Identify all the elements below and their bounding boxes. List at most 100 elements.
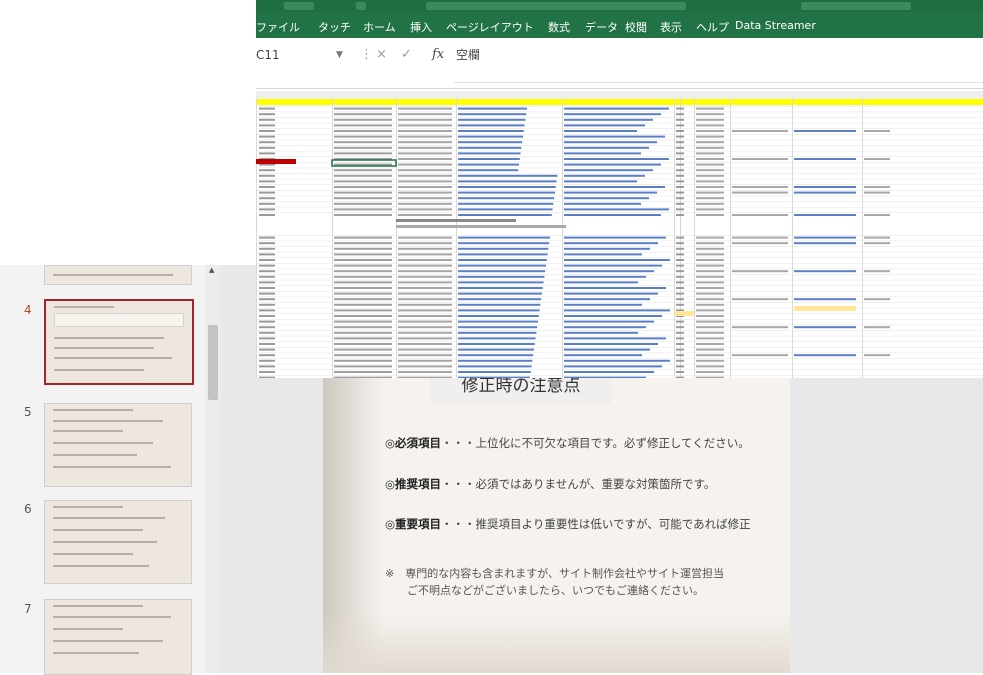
- slide-thumbnail-7[interactable]: [44, 599, 192, 675]
- tab-data[interactable]: データ: [585, 19, 618, 35]
- row-gridline: [256, 285, 983, 286]
- tab-help[interactable]: ヘルプ: [696, 19, 729, 35]
- cell-texture: [564, 343, 658, 345]
- slide-note-line-2[interactable]: ご不明点などがございましたら、いつでもご連絡ください。: [385, 582, 790, 598]
- cell-texture: [676, 320, 684, 323]
- cell-texture: [676, 208, 684, 211]
- cell-texture: [696, 253, 724, 256]
- cell-texture: [398, 331, 452, 334]
- cell-texture: [732, 298, 788, 301]
- tab-insert[interactable]: 挿入: [410, 19, 432, 35]
- cell-texture: [334, 107, 392, 110]
- cell-texture: [259, 371, 275, 373]
- cell-texture: [564, 214, 661, 216]
- slide-item-important[interactable]: ◎重要項目・・・推奨項目より重要性は低いですが、可能であれば修正: [385, 516, 790, 532]
- slide-note-line-1[interactable]: ※ 専門的な内容も含まれますが、サイト制作会社やサイト運営担当: [385, 565, 790, 581]
- cell-texture: [334, 320, 392, 323]
- cell-texture: [398, 242, 452, 245]
- cell-texture: [564, 146, 649, 149]
- cell-texture: [676, 163, 684, 166]
- cell-texture: [564, 169, 653, 172]
- slide-thumbnail-5[interactable]: [44, 403, 192, 487]
- row-gridline: [256, 128, 983, 129]
- cell-texture: [259, 298, 275, 301]
- insert-function-icon[interactable]: fx: [432, 46, 444, 64]
- cell-texture: [696, 169, 724, 172]
- tab-formulas[interactable]: 数式: [548, 19, 570, 35]
- formula-input[interactable]: 空欄: [456, 46, 480, 64]
- tab-page-layout[interactable]: ページレイアウト: [446, 19, 534, 35]
- name-box-dropdown-icon[interactable]: ▼: [336, 46, 343, 64]
- cell-texture: [259, 180, 275, 183]
- cell-texture: [398, 146, 452, 149]
- cell-texture: [564, 191, 657, 194]
- slide-thumbnail-4[interactable]: [44, 299, 194, 385]
- cancel-edit-icon[interactable]: ×: [376, 46, 387, 64]
- tab-data-streamer[interactable]: Data Streamer: [735, 19, 816, 32]
- cell-texture: [696, 186, 724, 188]
- slide-item-recommended[interactable]: ◎推奨項目・・・必須ではありませんが、重要な対策箇所です。: [385, 476, 790, 492]
- cell-texture: [564, 163, 661, 166]
- tab-file[interactable]: ファイル: [256, 19, 300, 35]
- cell-texture: [398, 186, 452, 188]
- row-gridline: [256, 291, 983, 292]
- cell-texture: [259, 202, 275, 205]
- cell-texture: [334, 326, 392, 329]
- worksheet-grid[interactable]: [256, 99, 983, 378]
- thumbnail-scrollbar-thumb[interactable]: [208, 325, 218, 400]
- cell-texture: [398, 118, 452, 121]
- slide-thumbnail-6[interactable]: [44, 500, 192, 584]
- scroll-up-arrow-icon[interactable]: ▲: [209, 267, 217, 274]
- tab-review[interactable]: 校閲: [625, 19, 647, 35]
- row-gridline: [256, 145, 983, 146]
- row-gridline: [256, 302, 983, 303]
- cell-texture: [676, 281, 684, 284]
- tab-touch[interactable]: タッチ: [318, 19, 351, 35]
- cell-texture: [458, 141, 523, 144]
- cell-texture: [676, 259, 684, 261]
- cell-texture: [676, 264, 684, 267]
- row-gridline: [256, 358, 983, 359]
- cell-texture: [696, 141, 724, 144]
- cell-texture: [398, 259, 452, 261]
- cell-texture: [458, 214, 552, 216]
- row-gridline: [256, 167, 983, 169]
- slide-thumbnail-3[interactable]: [44, 265, 192, 285]
- cell-texture: [564, 287, 666, 289]
- cell-texture: [398, 343, 452, 345]
- cell-texture: [259, 259, 275, 261]
- cell-texture: [334, 376, 392, 378]
- cell-texture: [398, 208, 452, 211]
- cell-texture: [794, 158, 856, 160]
- cell-texture: [259, 270, 275, 273]
- cell-texture: [696, 376, 724, 378]
- cell-texture: [458, 264, 546, 267]
- cell-texture: [458, 202, 554, 205]
- cell-texture: [398, 303, 452, 306]
- cell-texture: [864, 236, 890, 239]
- cell-texture: [259, 118, 275, 121]
- cell-texture: [564, 130, 637, 132]
- tab-view[interactable]: 表示: [660, 19, 682, 35]
- cell-texture: [458, 107, 527, 110]
- cell-texture: [259, 174, 275, 177]
- cell-texture: [676, 303, 684, 306]
- cell-texture: [334, 152, 392, 155]
- row-gridline: [256, 201, 983, 202]
- confirm-edit-icon[interactable]: ✓: [401, 46, 412, 64]
- cell-texture: [676, 107, 684, 110]
- cell-texture: [564, 259, 670, 261]
- cell-texture: [564, 331, 638, 334]
- cell-texture: [334, 124, 392, 127]
- cell-texture: [398, 169, 452, 172]
- cell-texture: [398, 348, 452, 351]
- cell-texture: [696, 354, 724, 357]
- cell-texture: [398, 113, 452, 116]
- cell-texture: [564, 337, 666, 340]
- item-text: ・・・推奨項目より重要性は低いですが、可能であれば修正: [441, 517, 751, 531]
- cell-texture: [458, 135, 523, 138]
- worksheet-cells[interactable]: [256, 99, 983, 378]
- slide-item-required[interactable]: ◎必須項目・・・上位化に不可欠な項目です。必ず修正してください。: [385, 435, 790, 451]
- cell-texture: [564, 359, 670, 362]
- tab-home[interactable]: ホーム: [363, 19, 396, 35]
